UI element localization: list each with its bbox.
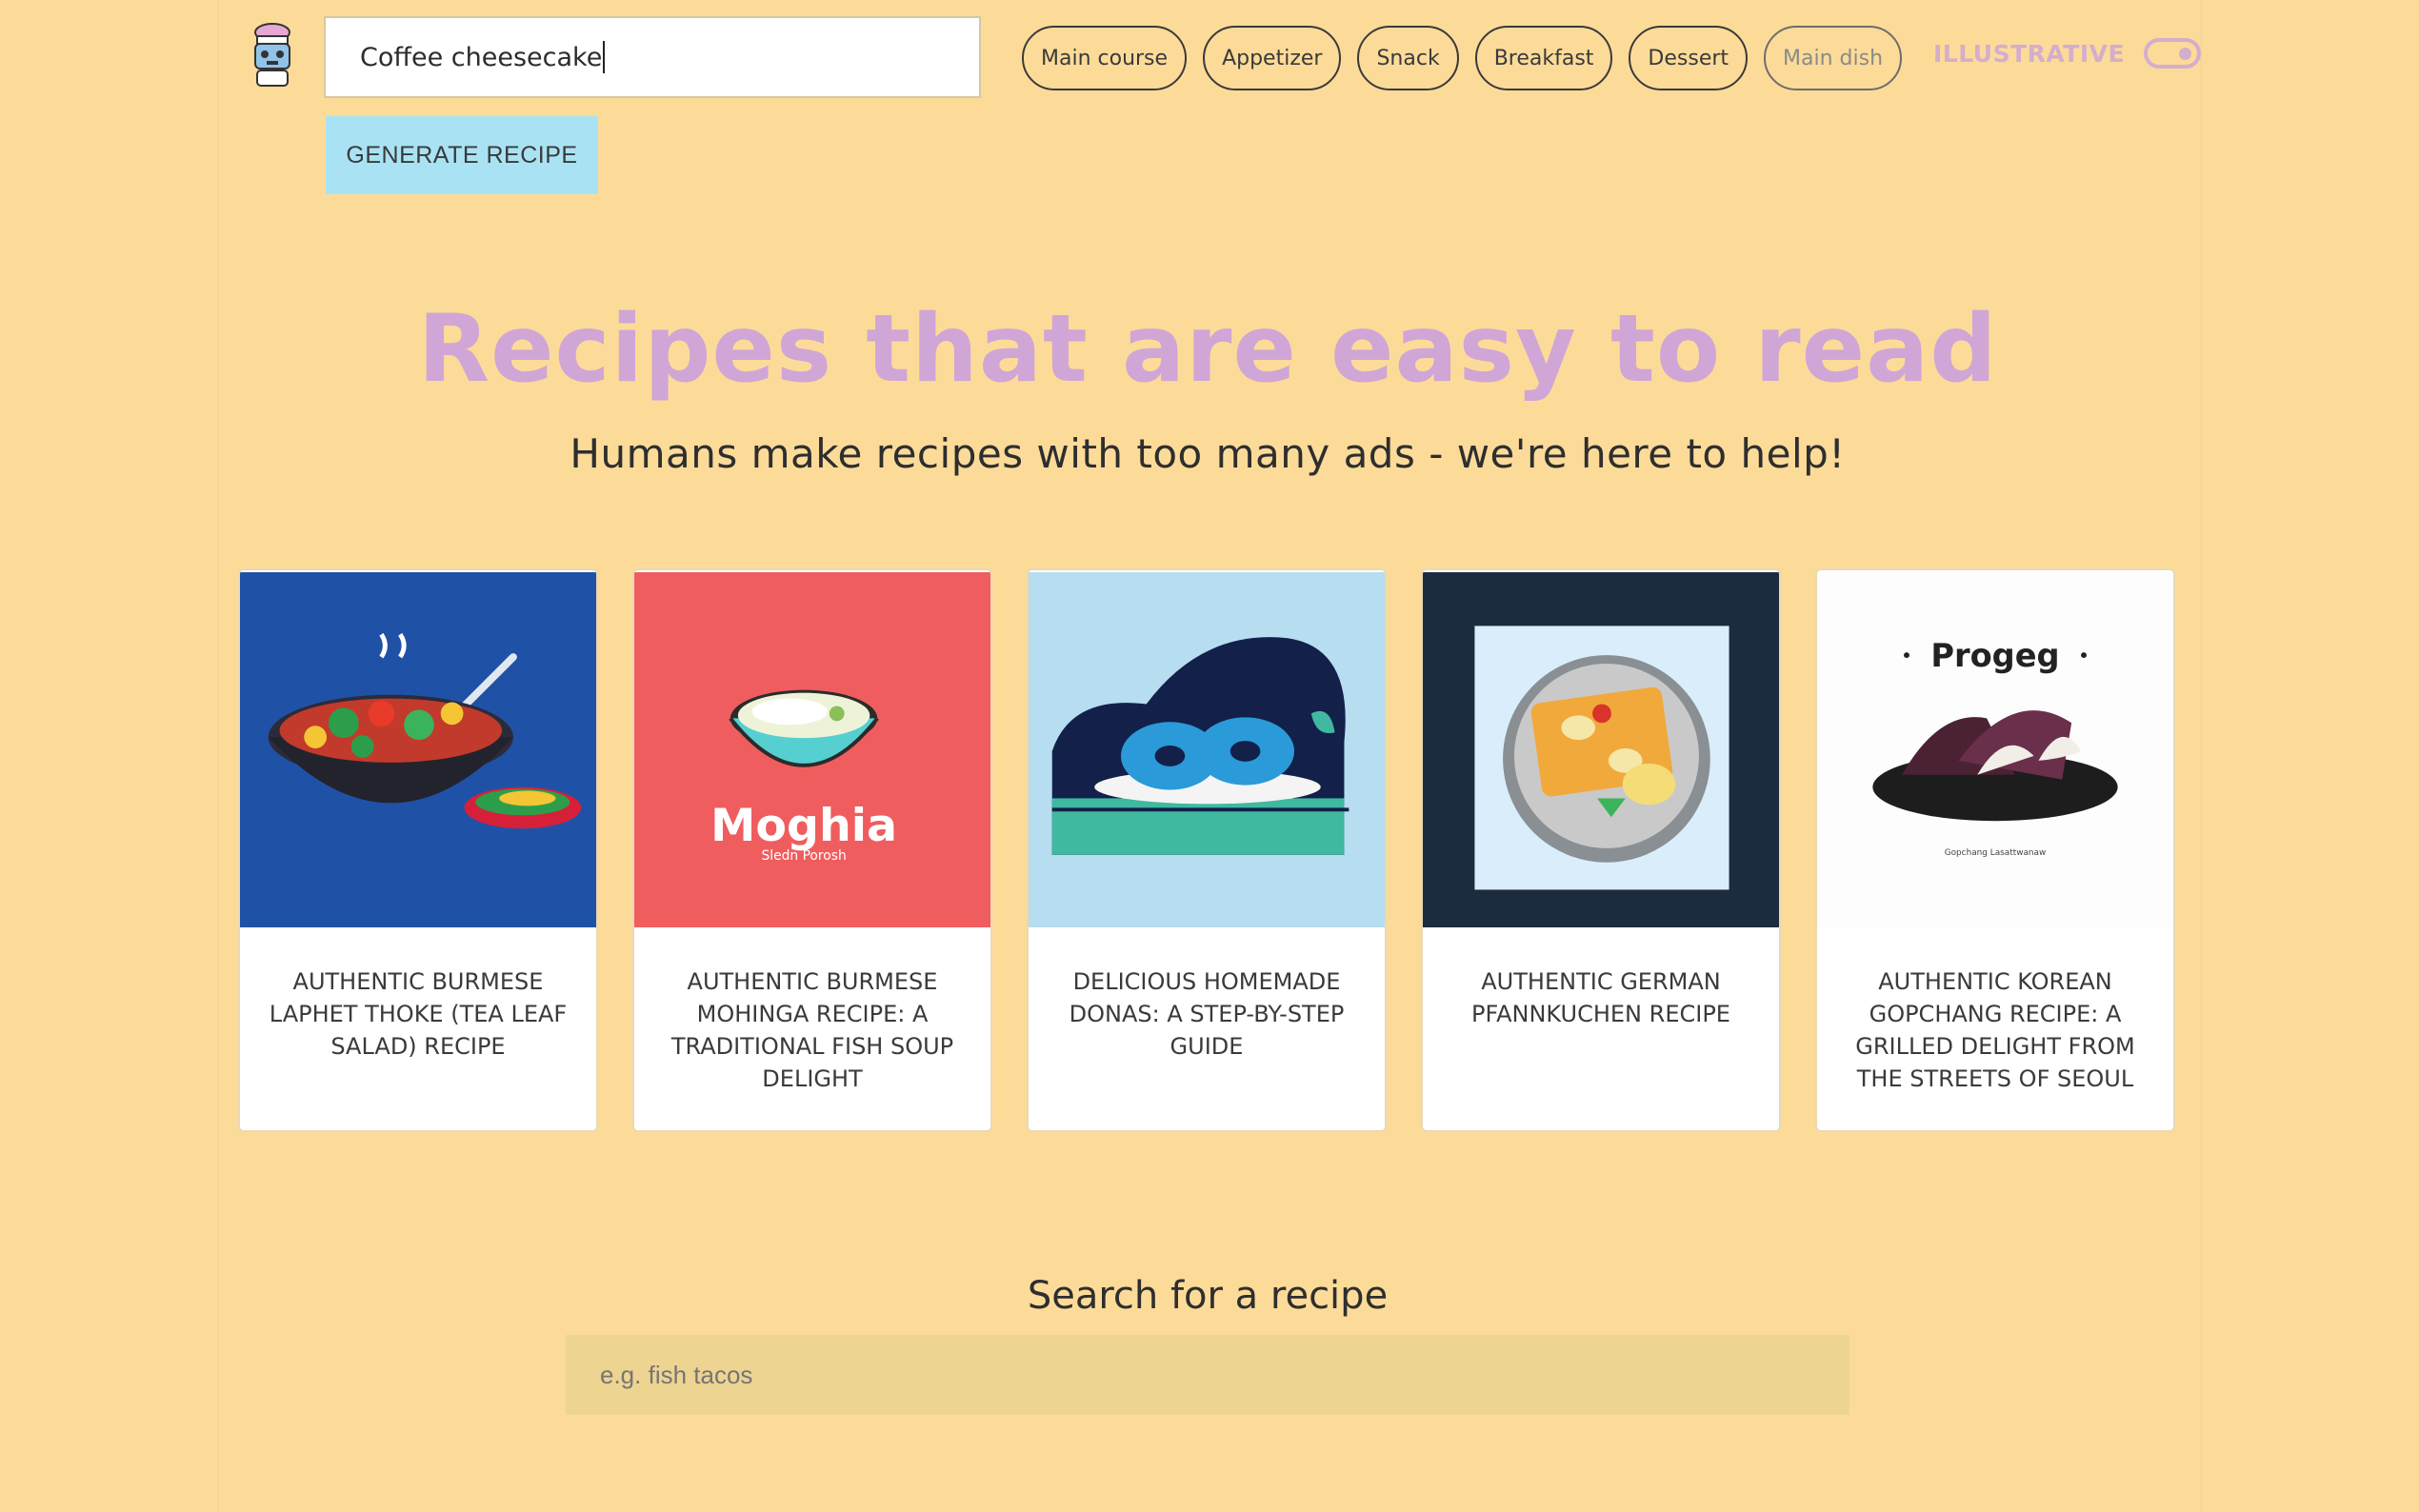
recipe-search-input[interactable] xyxy=(566,1335,1849,1415)
pancake-plate-illustration-icon xyxy=(1423,571,1779,928)
chip-appetizer[interactable]: Appetizer xyxy=(1203,26,1342,90)
search-section-heading: Search for a recipe xyxy=(1027,1274,1389,1318)
text-caret xyxy=(603,41,606,73)
toggle-label: ILLUSTRATIVE xyxy=(1933,39,2126,68)
grilled-dish-illustration-icon: Progeg Gopchang Lasattwanaw xyxy=(1817,571,2173,928)
recipe-card-title: AUTHENTIC BURMESE LAPHET THOKE (TEA LEAF… xyxy=(269,968,568,1060)
recipe-card-title: AUTHENTIC KOREAN GOPCHANG RECIPE: A GRIL… xyxy=(1855,968,2135,1092)
category-chips: Main course Appetizer Snack Breakfast De… xyxy=(1022,26,1903,90)
svg-text:Sledn Porosh: Sledn Porosh xyxy=(761,848,846,864)
chef-robot-logo-icon[interactable] xyxy=(244,23,301,90)
generator-input-value: Coffee cheesecake xyxy=(360,42,603,72)
chip-snack[interactable]: Snack xyxy=(1357,26,1459,90)
recipe-card[interactable]: AUTHENTIC GERMAN PFANNKUCHEN RECIPE xyxy=(1421,568,1781,1132)
toggle-knob xyxy=(2179,48,2192,60)
recipe-generator-input[interactable]: Coffee cheesecake xyxy=(324,16,981,98)
recipe-card-title: DELICIOUS HOMEMADE DONAS: A STEP-BY-STEP… xyxy=(1069,968,1345,1060)
hero-title: Recipes that are easy to read xyxy=(417,295,1998,404)
recipe-card-title: AUTHENTIC GERMAN PFANNKUCHEN RECIPE xyxy=(1471,968,1730,1027)
svg-text:Progeg: Progeg xyxy=(1930,637,2059,674)
soup-bowl-illustration-icon: Moghia Sledn Porosh xyxy=(634,571,990,928)
generate-recipe-button[interactable]: GENERATE RECIPE xyxy=(326,116,598,194)
donuts-illustration-icon xyxy=(1029,571,1385,928)
chip-main-dish[interactable]: Main dish xyxy=(1764,26,1903,90)
chip-dessert[interactable]: Dessert xyxy=(1629,26,1749,90)
recipe-card[interactable]: Moghia Sledn Porosh AUTHENTIC BURMESE MO… xyxy=(632,568,992,1132)
recipe-card-title: AUTHENTIC BURMESE MOHINGA RECIPE: A TRAD… xyxy=(670,968,954,1092)
illustrative-toggle[interactable] xyxy=(2144,38,2202,69)
noodle-bowl-illustration-icon xyxy=(240,571,596,928)
recipe-card[interactable]: DELICIOUS HOMEMADE DONAS: A STEP-BY-STEP… xyxy=(1027,568,1387,1132)
recipe-card[interactable]: AUTHENTIC BURMESE LAPHET THOKE (TEA LEAF… xyxy=(238,568,598,1132)
chip-main-course[interactable]: Main course xyxy=(1022,26,1188,90)
recipe-card-list: AUTHENTIC BURMESE LAPHET THOKE (TEA LEAF… xyxy=(238,568,2175,1132)
recipe-card[interactable]: Progeg Gopchang Lasattwanaw AUTHENTIC KO… xyxy=(1815,568,2175,1132)
chip-breakfast[interactable]: Breakfast xyxy=(1474,26,1613,90)
hero-subtitle: Humans make recipes with too many ads - … xyxy=(570,430,1846,477)
svg-text:Gopchang Lasattwanaw: Gopchang Lasattwanaw xyxy=(1945,848,2047,858)
svg-text:Moghia: Moghia xyxy=(710,800,897,852)
illustrative-toggle-group: ILLUSTRATIVE xyxy=(1933,38,2202,69)
